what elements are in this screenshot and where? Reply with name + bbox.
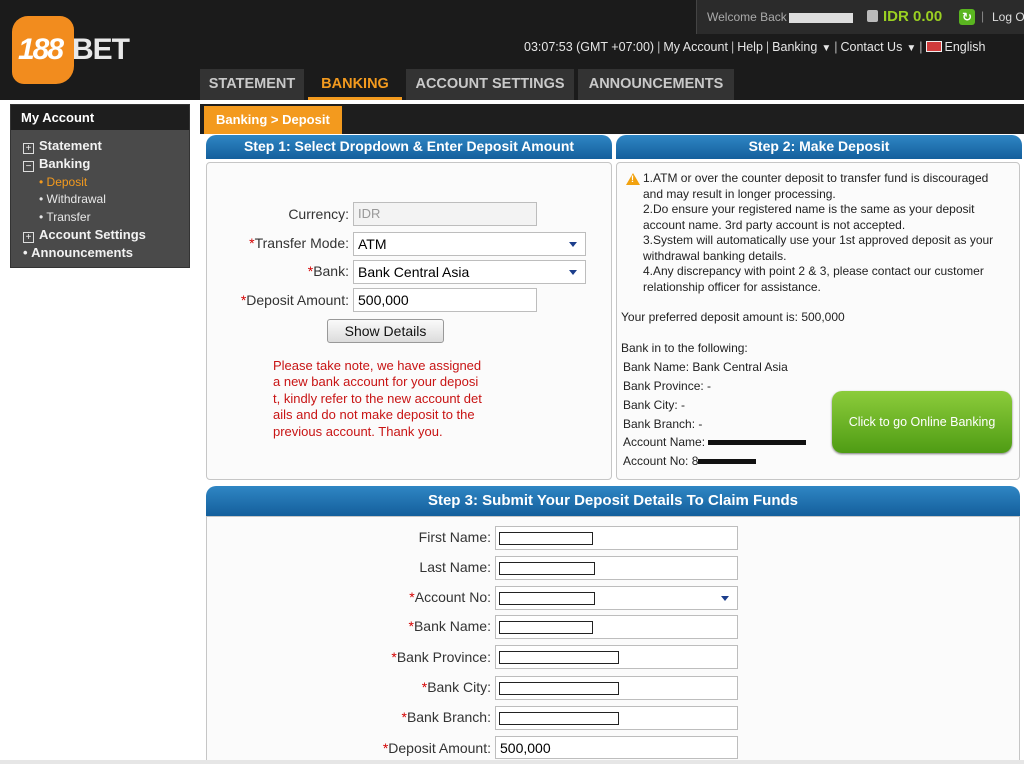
expand-icon: + — [23, 143, 34, 154]
clock: 03:07:53 (GMT +07:00) — [524, 40, 655, 54]
step2-heading: Step 2: Make Deposit — [616, 135, 1022, 159]
sidebar: My Account + Statement − Banking • Deposit… — [10, 104, 190, 268]
bank-name-info: Bank Name: Bank Central Asia — [623, 360, 788, 374]
redacted-mask — [499, 651, 619, 664]
chevron-down-icon — [569, 242, 577, 247]
redacted-mask — [499, 532, 593, 545]
bank-city-label: *Bank City: — [421, 679, 491, 695]
tab-banking[interactable]: BANKING — [308, 69, 402, 100]
breadcrumb-bar: Banking > Deposit — [200, 104, 1024, 134]
bank-label: *Bank: — [307, 263, 349, 279]
redacted-mask — [499, 592, 595, 605]
step3-deposit-amount-input[interactable]: 500,000 — [495, 736, 738, 759]
deposit-amount-label: *Deposit Amount: — [240, 292, 349, 308]
chevron-down-icon: ▼ — [906, 43, 917, 54]
page-bottom-edge — [0, 760, 1024, 764]
last-name-input[interactable] — [495, 556, 738, 580]
deposit-notes: 1.ATM or over the counter deposit to tra… — [643, 171, 994, 294]
bank-province-label: *Bank Province: — [391, 649, 491, 665]
top-account-bar: Welcome Back IDR 0.00 ↻ | Log O — [696, 0, 1024, 34]
redacted-mask — [499, 562, 595, 575]
redacted-mask — [708, 440, 807, 446]
step1-heading: Step 1: Select Dropdown & Enter Deposit … — [206, 135, 612, 159]
step3-deposit-amount-label: *Deposit Amount: — [382, 740, 491, 756]
bank-name-label: *Bank Name: — [408, 618, 492, 634]
my-account-link[interactable]: My Account — [663, 40, 728, 54]
notice-text: Please take note, we have assigned a new… — [273, 358, 482, 439]
account-no-label: *Account No: — [409, 589, 491, 605]
header: 188 BET Welcome Back IDR 0.00 ↻ | Log O … — [0, 0, 1024, 100]
wallet-icon — [867, 10, 878, 22]
bank-branch-label: *Bank Branch: — [401, 709, 491, 725]
collapse-icon: − — [23, 161, 34, 172]
bank-in-heading: Bank in to the following: — [621, 341, 748, 355]
header-links: 03:07:53 (GMT +07:00) | My Account | Help | Ba… — [524, 40, 986, 54]
contact-menu[interactable]: Contact Us ▼ — [841, 40, 917, 54]
redacted-mask — [499, 621, 593, 634]
welcome-text: Welcome Back — [707, 10, 853, 24]
transfer-mode-select[interactable]: ATM — [353, 232, 586, 256]
redacted-mask — [499, 682, 619, 695]
currency-label: Currency: — [288, 206, 349, 222]
preferred-amount: Your preferred deposit amount is: 500,00… — [621, 310, 845, 324]
chevron-down-icon — [569, 270, 577, 275]
sidebar-item-statement[interactable]: + Statement — [23, 138, 102, 154]
deposit-amount-input[interactable]: 500,000 — [353, 288, 537, 312]
show-details-button[interactable]: Show Details — [327, 319, 444, 343]
redacted-mask — [499, 712, 619, 725]
bank-province-info: Bank Province: - — [623, 379, 712, 393]
banking-menu[interactable]: Banking ▼ — [772, 40, 831, 54]
online-banking-button[interactable]: Click to go Online Banking — [832, 391, 1012, 453]
sidebar-title: My Account — [11, 105, 189, 130]
logout-link[interactable]: Log O — [992, 10, 1024, 24]
help-link[interactable]: Help — [737, 40, 763, 54]
sidebar-item-banking[interactable]: − Banking — [23, 156, 90, 172]
sidebar-item-transfer[interactable]: • Transfer — [39, 210, 91, 224]
account-name-info: Account Name: — [623, 435, 807, 451]
redacted-mask — [698, 459, 757, 465]
bank-branch-info: Bank Branch: - — [623, 417, 703, 431]
flag-icon — [925, 41, 942, 52]
bank-province-input[interactable] — [495, 645, 738, 669]
sidebar-item-withdrawal[interactable]: • Withdrawal — [39, 192, 106, 206]
transfer-mode-label: *Transfer Mode: — [249, 235, 349, 251]
language-select[interactable]: English — [925, 40, 986, 54]
account-no-info: Account No: 8 — [623, 454, 757, 470]
first-name-input[interactable] — [495, 526, 738, 550]
expand-icon: + — [23, 232, 34, 243]
step3-heading: Step 3: Submit Your Deposit Details To C… — [206, 486, 1020, 516]
chevron-down-icon: ▼ — [821, 43, 832, 54]
bank-name-input[interactable] — [495, 615, 738, 639]
tab-account-settings[interactable]: ACCOUNT SETTINGS — [406, 69, 574, 100]
divider: | — [981, 9, 985, 23]
bank-branch-input[interactable] — [495, 706, 738, 730]
first-name-label: First Name: — [418, 529, 491, 545]
warning-icon — [626, 173, 640, 185]
sidebar-item-announcements[interactable]: • Announcements — [23, 245, 133, 260]
account-no-select[interactable] — [495, 586, 738, 610]
tab-announcements[interactable]: ANNOUNCEMENTS — [578, 69, 734, 100]
bank-city-input[interactable] — [495, 676, 738, 700]
currency-field: IDR — [353, 202, 537, 226]
last-name-label: Last Name: — [419, 559, 491, 575]
breadcrumb: Banking > Deposit — [204, 106, 342, 134]
tab-statement[interactable]: STATEMENT — [200, 69, 304, 100]
balance: IDR 0.00 — [883, 8, 943, 25]
logo-text: BET — [72, 33, 130, 66]
sidebar-item-account-settings[interactable]: + Account Settings — [23, 227, 146, 243]
username-mask — [788, 12, 853, 23]
bank-select[interactable]: Bank Central Asia — [353, 260, 586, 284]
refresh-icon[interactable]: ↻ — [959, 9, 975, 25]
sidebar-item-deposit[interactable]: • Deposit — [39, 175, 87, 189]
bank-city-info: Bank City: - — [623, 398, 686, 412]
chevron-down-icon — [721, 596, 729, 601]
logo-number: 188 — [18, 33, 64, 66]
